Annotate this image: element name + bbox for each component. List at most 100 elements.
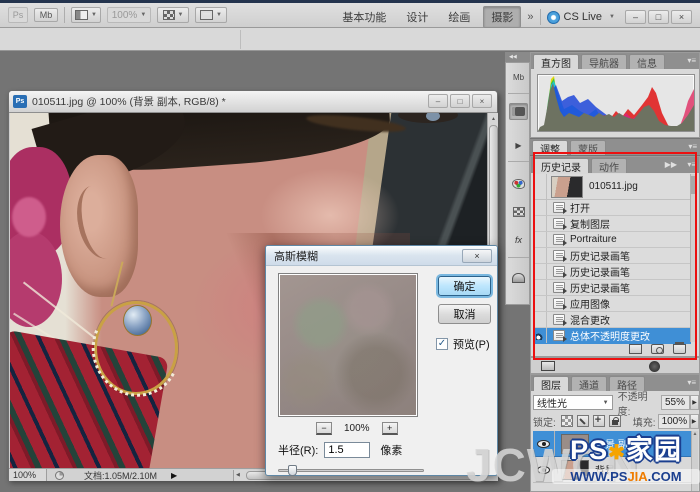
opacity-value: 55% xyxy=(665,397,685,408)
chevron-down-icon: ▼ xyxy=(609,14,615,20)
radius-input[interactable] xyxy=(324,442,370,458)
extensions-button[interactable]: ▼ xyxy=(157,7,189,23)
radius-slider[interactable] xyxy=(278,465,424,475)
slider-handle[interactable] xyxy=(288,465,297,476)
camera-panel-icon[interactable] xyxy=(509,103,528,120)
dialog-close-button[interactable]: × xyxy=(462,249,492,263)
doc-close-button[interactable]: × xyxy=(472,94,492,108)
close-button[interactable]: × xyxy=(671,10,692,24)
close-icon: × xyxy=(474,251,479,261)
ps-file-icon-label: Ps xyxy=(16,98,25,105)
panel-menu-icon[interactable]: ▾≡ xyxy=(687,56,696,65)
gaussian-blur-dialog[interactable]: 高斯模糊 × 确定 取消 ✓ 预览(P) − 100% + 半径(R): 像素 xyxy=(265,245,498,476)
url-part: WWW. xyxy=(570,469,610,484)
zoom-out-button[interactable]: − xyxy=(316,422,332,435)
tab-info[interactable]: 信息 xyxy=(629,54,665,69)
panel-menu-icon[interactable]: ▾≡ xyxy=(687,378,696,387)
lock-transparency-icon[interactable] xyxy=(561,415,573,427)
screen-mode-icon xyxy=(200,10,213,20)
workspace-painting[interactable]: 绘画 xyxy=(441,7,477,27)
preview-zoom-controls: − 100% + xyxy=(316,421,426,435)
scroll-up-icon: ▲ xyxy=(491,116,496,122)
lock-position-icon[interactable] xyxy=(593,415,605,427)
fill-value: 100% xyxy=(662,416,688,427)
opacity-stepper[interactable]: ▶ xyxy=(690,395,699,410)
chevron-down-icon: ▼ xyxy=(178,12,184,18)
zoom-level-value: 100% xyxy=(112,10,138,21)
opacity-field[interactable]: 55% xyxy=(661,395,690,410)
fill-field[interactable]: 100% xyxy=(658,414,690,429)
zoom-in-button[interactable]: + xyxy=(382,422,398,435)
camera-icon xyxy=(512,107,525,116)
plus-icon: + xyxy=(387,423,392,433)
doc-restore-button[interactable]: □ xyxy=(450,94,470,108)
status-document-size: 文档:1.05M/2.10M xyxy=(84,469,157,482)
minus-icon: − xyxy=(321,423,326,433)
swatches-panel-icon[interactable] xyxy=(509,175,528,192)
lock-all-icon[interactable] xyxy=(609,415,621,427)
workspace-photography[interactable]: 摄影 xyxy=(483,6,521,28)
blend-mode-select[interactable]: 线性光 ▼ xyxy=(533,395,613,410)
slider-track[interactable] xyxy=(278,469,424,472)
mini-bridge-label: Mb xyxy=(40,10,53,20)
lock-pixels-icon[interactable] xyxy=(577,415,589,427)
stamp-icon xyxy=(512,273,525,283)
status-popup-arrow-icon[interactable]: ▶ xyxy=(171,471,177,480)
clone-source-panel-icon[interactable] xyxy=(509,269,528,286)
restore-button[interactable]: □ xyxy=(648,10,669,24)
cancel-button[interactable]: 取消 xyxy=(438,304,491,324)
expand-dock-icon[interactable]: ◀◀ xyxy=(509,54,517,60)
ps-app-icon[interactable]: Ps xyxy=(8,7,28,23)
url-part: PS xyxy=(610,469,627,484)
cs-live-label: CS Live xyxy=(564,11,603,23)
document-title-bar[interactable]: Ps 010511.jpg @ 100% (背景 副本, RGB/8) * – … xyxy=(9,91,497,113)
minimize-icon: – xyxy=(436,97,440,106)
mini-bridge-panel-icon[interactable]: Mb xyxy=(509,69,528,86)
panel-menu-icon[interactable]: ▾≡ xyxy=(688,142,697,151)
round-panel-icon[interactable] xyxy=(649,361,660,372)
logo-ps-text: PS xyxy=(570,435,608,465)
fill-stepper[interactable]: ▶ xyxy=(690,414,699,429)
logo-cn-text: 家园 xyxy=(626,435,682,465)
zoom-level-button[interactable]: 100% ▼ xyxy=(107,7,151,23)
workspace-design[interactable]: 设计 xyxy=(399,7,435,27)
screen-mode-button[interactable]: ▼ xyxy=(195,7,227,23)
panel-icon-strip: Mb ▶ fx xyxy=(505,62,530,305)
preview-checkbox[interactable]: ✓ xyxy=(436,338,448,350)
histogram-graphic xyxy=(538,75,694,131)
workspace-overflow-icon[interactable]: » xyxy=(527,11,533,23)
stepper-arrow-icon: ▶ xyxy=(692,399,697,406)
photo-pink-flower xyxy=(12,197,46,237)
arrange-documents-button[interactable]: ▼ xyxy=(71,7,101,23)
effects-panel-icon[interactable]: fx xyxy=(509,231,528,248)
app-bar: Ps Mb ▼ 100% ▼ ▼ ▼ 基本功能 设计 绘画 xyxy=(0,0,700,28)
workspace-essentials[interactable]: 基本功能 xyxy=(335,7,393,27)
chevron-down-icon: ▼ xyxy=(603,400,609,406)
scroll-up-button[interactable]: ▲ xyxy=(488,113,499,124)
tab-histogram[interactable]: 直方图 xyxy=(533,54,579,69)
ps-file-icon: Ps xyxy=(13,95,27,108)
close-icon: × xyxy=(679,12,684,22)
doc-minimize-button[interactable]: – xyxy=(428,94,448,108)
tab-navigator[interactable]: 导航器 xyxy=(581,54,627,69)
status-zoom-field[interactable]: 100% xyxy=(9,469,47,481)
actions-panel-icon[interactable]: ▶ xyxy=(509,137,528,154)
cs-live-button[interactable]: CS Live ▼ xyxy=(547,11,615,24)
toolbar-divider xyxy=(540,9,541,25)
blur-preview-box[interactable] xyxy=(278,273,418,417)
tab-layers[interactable]: 图层 xyxy=(533,376,569,391)
ok-button[interactable]: 确定 xyxy=(438,276,491,296)
url-part: .COM xyxy=(648,469,682,484)
styles-panel-icon[interactable] xyxy=(509,203,528,220)
expanded-view-icon[interactable] xyxy=(541,361,555,371)
mini-bridge-button[interactable]: Mb xyxy=(34,8,58,22)
scroll-left-icon[interactable]: ◀ xyxy=(236,472,240,478)
preview-checkbox-row: ✓ 预览(P) xyxy=(436,336,490,352)
chevron-down-icon: ▼ xyxy=(91,12,97,18)
dialog-title-bar[interactable]: 高斯模糊 × xyxy=(266,246,497,266)
restore-icon: □ xyxy=(656,12,661,22)
check-icon: ✓ xyxy=(438,338,446,349)
tab-channels[interactable]: 通道 xyxy=(571,376,607,391)
layers-tab-bar: 图层 通道 路径 ▾≡ xyxy=(531,375,699,391)
minimize-button[interactable]: – xyxy=(625,10,646,24)
